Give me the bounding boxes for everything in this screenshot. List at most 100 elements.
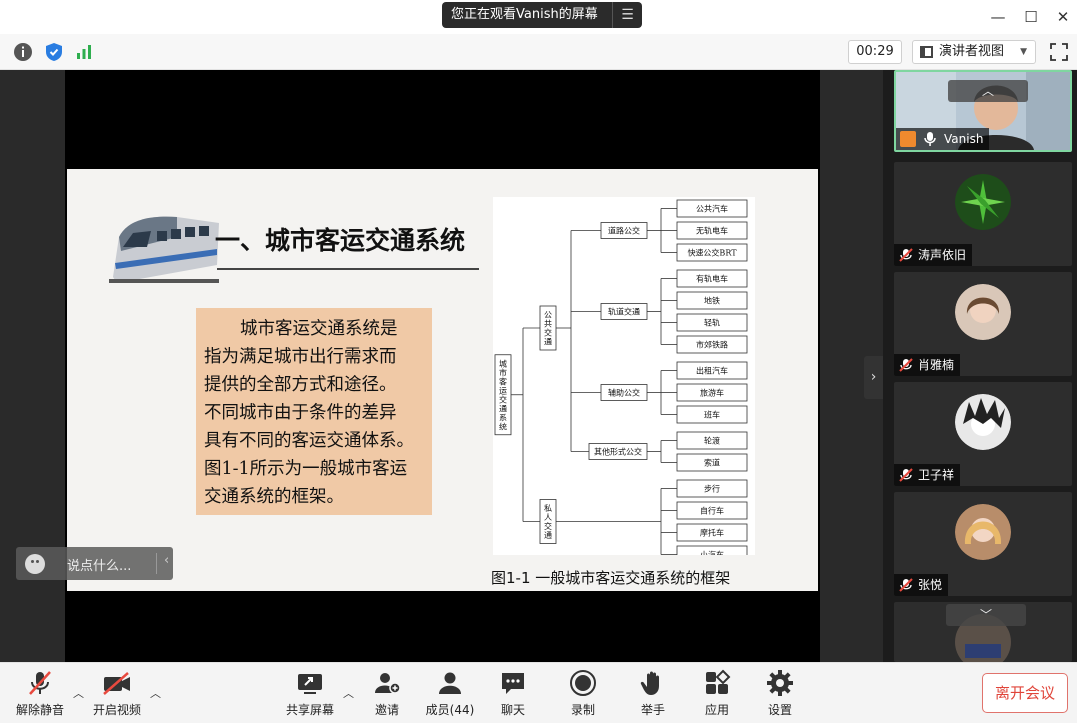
shield-icon[interactable] bbox=[43, 41, 65, 63]
chevron-left-icon[interactable]: ‹ bbox=[164, 553, 169, 568]
members-label: 成员(44) bbox=[425, 703, 475, 717]
participant-tile[interactable]: 涛声依旧 bbox=[894, 162, 1072, 266]
leaf-item-label: 出租汽车 bbox=[696, 366, 728, 376]
leaf-item-label: 摩托车 bbox=[700, 528, 724, 538]
subgroup-label: 辅助公交 bbox=[608, 388, 640, 398]
meeting-timer: 00:29 bbox=[848, 40, 902, 64]
raise-hand-button[interactable]: 举手 bbox=[636, 669, 670, 718]
maximize-icon[interactable]: ☐ bbox=[1019, 6, 1043, 28]
mute-options-chevron-icon[interactable]: ︿ bbox=[73, 685, 84, 701]
video-options-chevron-icon[interactable]: ︿ bbox=[150, 685, 161, 701]
invite-icon bbox=[375, 673, 401, 694]
settings-label: 设置 bbox=[767, 703, 792, 717]
info-bar: 00:29 演讲者视图 ▼ bbox=[0, 34, 1077, 70]
chat-input[interactable]: 说点什么... ‹ bbox=[16, 547, 173, 580]
group-char: 共 bbox=[544, 320, 552, 329]
avatar bbox=[955, 504, 1011, 560]
leaf-item-label: 轮渡 bbox=[704, 436, 720, 446]
apps-button[interactable]: 应用 bbox=[700, 669, 734, 718]
root-char: 客 bbox=[499, 376, 507, 386]
minimize-icon[interactable]: — bbox=[986, 6, 1010, 28]
apps-icon bbox=[706, 669, 731, 694]
settings-button[interactable]: 设置 bbox=[763, 669, 797, 718]
group-char: 交 bbox=[544, 521, 552, 531]
close-icon[interactable]: ✕ bbox=[1051, 6, 1075, 28]
fullscreen-icon[interactable] bbox=[1048, 41, 1070, 63]
scroll-down-button[interactable]: ﹀ bbox=[946, 604, 1026, 626]
participant-name: Vanish bbox=[944, 132, 984, 146]
group-char: 通 bbox=[544, 530, 552, 540]
chat-divider bbox=[156, 553, 157, 574]
start-video-label: 开启视频 bbox=[92, 703, 141, 717]
participant-nametag: Vanish bbox=[896, 128, 990, 150]
title-divider bbox=[217, 268, 479, 270]
view-mode-label: 演讲者视图 bbox=[939, 44, 1005, 59]
chat-button[interactable]: 聊天 bbox=[496, 669, 530, 718]
menu-icon[interactable]: ☰ bbox=[612, 2, 642, 28]
record-button[interactable]: 录制 bbox=[566, 669, 600, 718]
group-char: 私 bbox=[544, 504, 552, 513]
mic-off-icon bbox=[29, 671, 51, 695]
participant-tile-partial[interactable]: ﹀ bbox=[894, 602, 1072, 662]
view-mode-select[interactable]: 演讲者视图 ▼ bbox=[912, 40, 1036, 64]
mic-off-icon bbox=[899, 468, 913, 482]
group-char: 交 bbox=[544, 328, 552, 338]
share-screen-icon bbox=[298, 674, 322, 694]
raise-hand-label: 举手 bbox=[640, 703, 665, 717]
scroll-up-button[interactable]: ︿ bbox=[948, 80, 1028, 102]
invite-button[interactable]: 邀请 bbox=[368, 669, 406, 718]
chat-label: 聊天 bbox=[500, 703, 525, 717]
leaf-item-label: 小汽车 bbox=[700, 550, 724, 556]
participant-tile[interactable]: 卫子祥 bbox=[894, 382, 1072, 486]
participant-name: 肖雅楠 bbox=[918, 358, 955, 372]
participant-tile[interactable]: 张悦 bbox=[894, 492, 1072, 596]
chevron-down-icon: ▼ bbox=[1020, 47, 1027, 57]
avatar bbox=[955, 284, 1011, 340]
start-video-button[interactable]: 开启视频 bbox=[90, 669, 144, 718]
body-line: 交通系统的框架。 bbox=[204, 487, 344, 507]
leave-meeting-button[interactable]: 离开会议 bbox=[982, 673, 1068, 713]
body-line: 提供的全部方式和途径。 bbox=[204, 375, 397, 395]
slide-title: 一、城市客运交通系统 bbox=[215, 226, 466, 255]
root-char: 市 bbox=[499, 367, 507, 377]
members-icon bbox=[439, 672, 461, 694]
raise-hand-icon bbox=[640, 671, 659, 695]
share-options-chevron-icon[interactable]: ︿ bbox=[343, 685, 354, 701]
train-image bbox=[109, 216, 219, 283]
unmute-button[interactable]: 解除静音 bbox=[14, 669, 66, 718]
mic-icon bbox=[924, 132, 936, 146]
invite-label: 邀请 bbox=[374, 703, 399, 717]
speaker-view-icon bbox=[920, 46, 933, 58]
leaf-item-label: 班车 bbox=[704, 410, 720, 420]
leaf-item-label: 快速公交BRT bbox=[687, 248, 737, 258]
group-char: 公 bbox=[544, 311, 552, 320]
share-notice-pill[interactable]: 您正在观看Vanish的屏幕 ☰ bbox=[442, 2, 642, 28]
body-line: 不同城市由于条件的差异 bbox=[204, 403, 397, 423]
group-char: 人 bbox=[544, 513, 552, 522]
participant-tile[interactable]: 肖雅楠 bbox=[894, 272, 1072, 376]
share-screen-button[interactable]: 共享屏幕 bbox=[284, 669, 336, 718]
share-screen-label: 共享屏幕 bbox=[285, 703, 334, 717]
subgroup-label: 其他形式公交 bbox=[594, 447, 642, 457]
emoji-icon[interactable] bbox=[25, 554, 45, 574]
subgroup-label: 轨道交通 bbox=[608, 307, 640, 317]
collapse-panel-button[interactable]: › bbox=[864, 356, 883, 399]
figure-caption: 图1-1 一般城市客运交通系统的框架 bbox=[491, 569, 731, 587]
apps-label: 应用 bbox=[704, 703, 729, 717]
participant-tile-vanish[interactable]: ︿ Vanish bbox=[894, 70, 1072, 152]
root-char: 系 bbox=[499, 412, 507, 422]
video-off-icon bbox=[103, 672, 130, 695]
info-icon[interactable] bbox=[12, 41, 34, 63]
members-button[interactable]: 成员(44) bbox=[424, 669, 476, 718]
leaf-item-label: 地铁 bbox=[704, 296, 720, 306]
gear-icon bbox=[767, 670, 793, 696]
participant-nametag: 卫子祥 bbox=[894, 464, 961, 486]
avatar bbox=[955, 394, 1011, 450]
participant-name: 张悦 bbox=[918, 578, 943, 592]
chevron-up-icon: ︿ bbox=[981, 84, 994, 98]
slide-body-text: 城市客运交通系统是 指为满足城市出行需求而 提供的全部方式和途径。 不同城市由于… bbox=[196, 308, 432, 515]
leaf-item-label: 公共汽车 bbox=[696, 204, 728, 214]
signal-icon[interactable] bbox=[73, 41, 95, 63]
participant-name: 卫子祥 bbox=[918, 468, 955, 482]
subgroup-label: 道路公交 bbox=[608, 226, 640, 236]
